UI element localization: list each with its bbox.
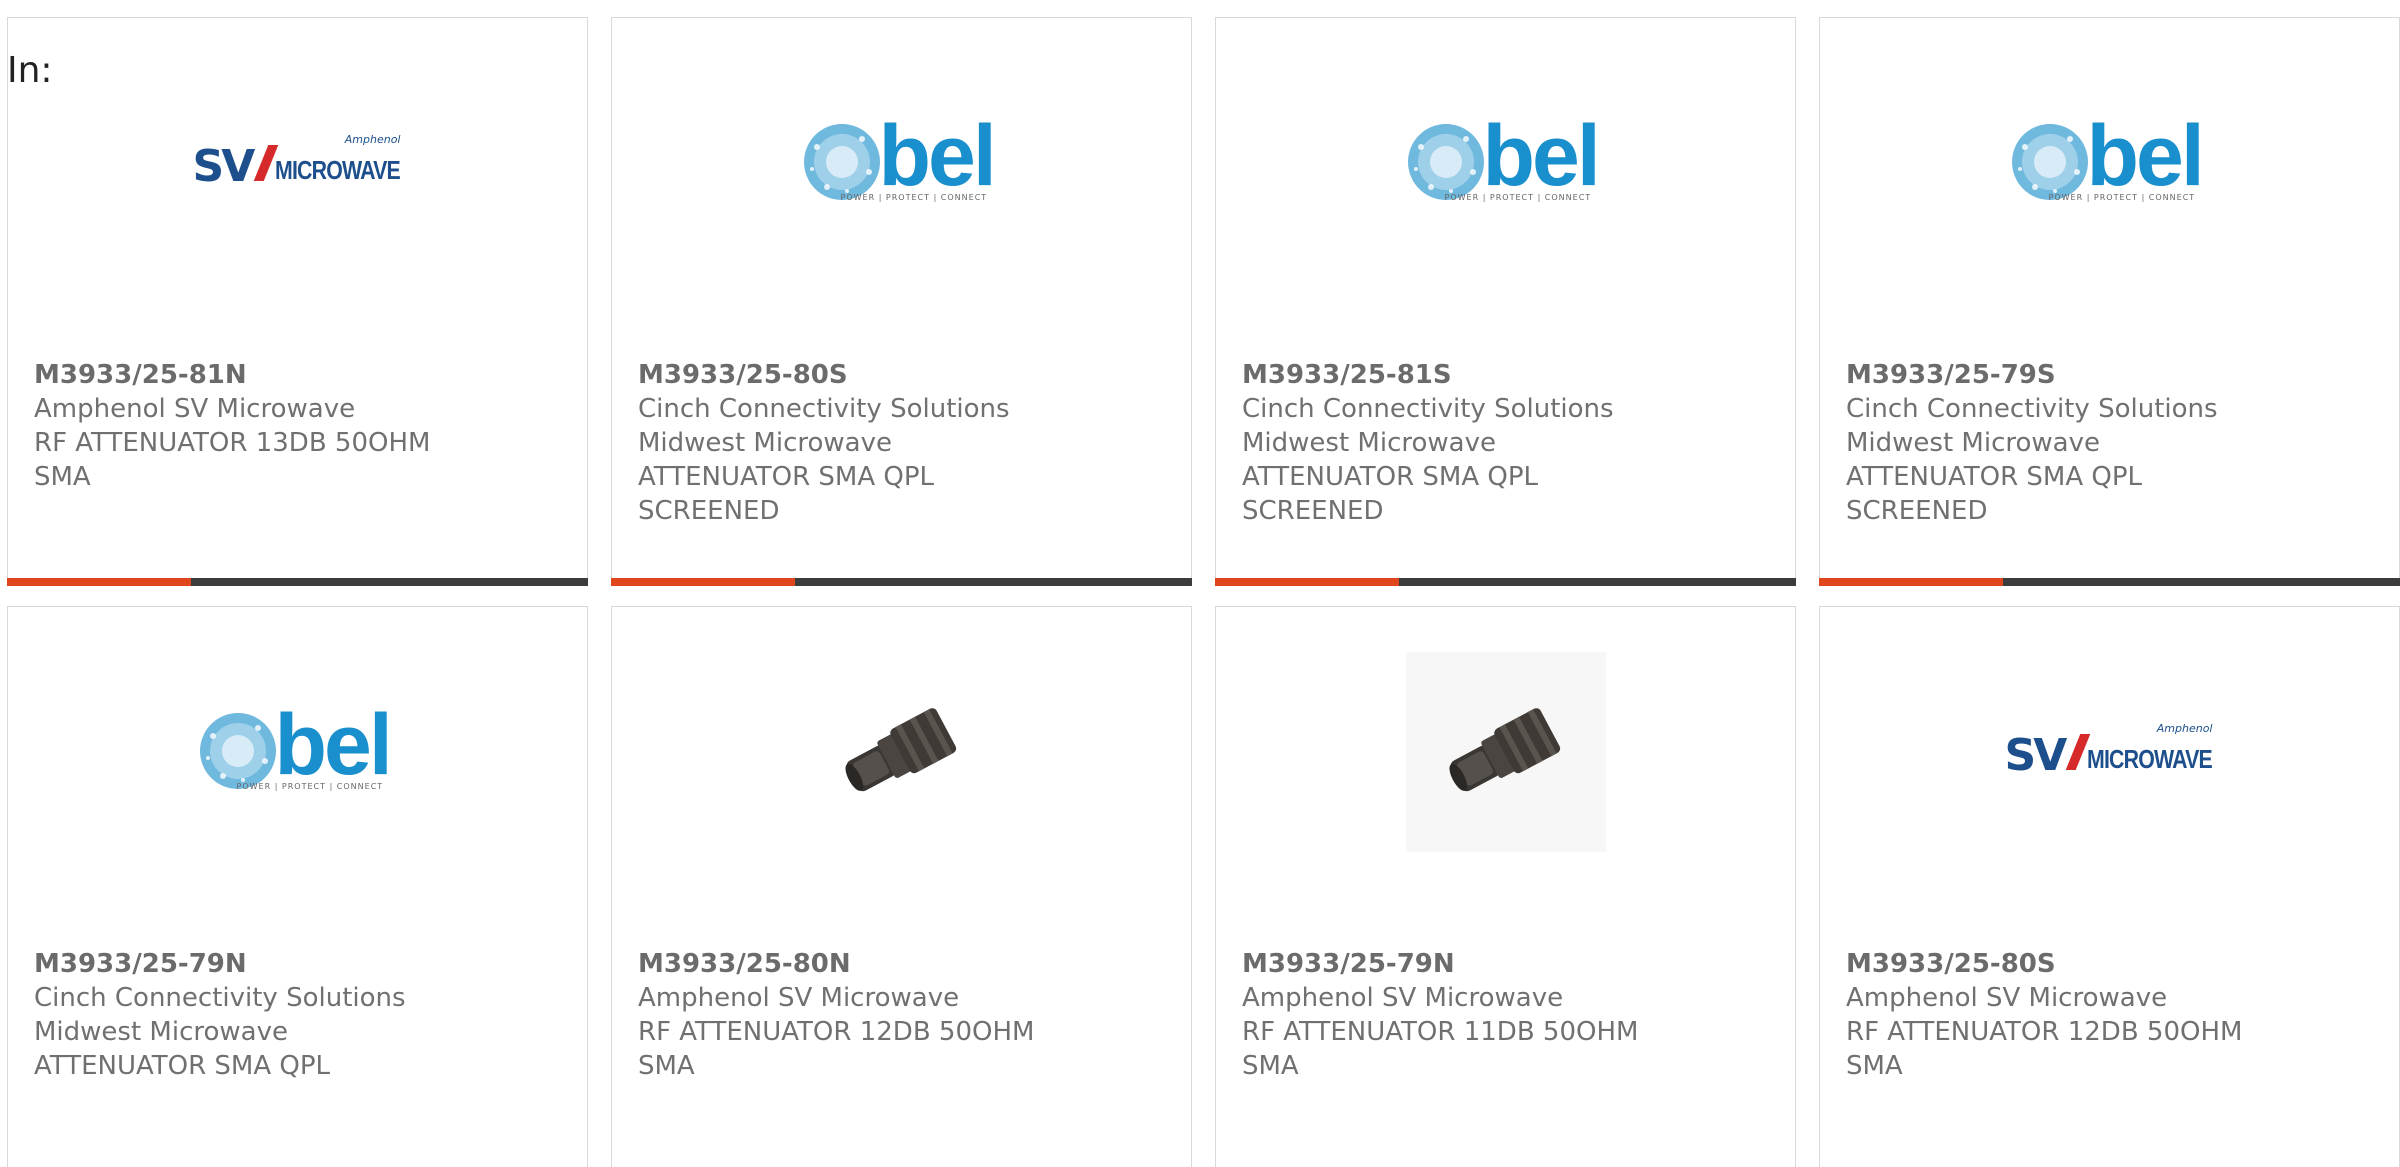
product-image-area: Amphenol SV MICROWAVE	[8, 108, 587, 218]
logo-word: MICROWAVE	[274, 155, 401, 185]
description-line: RF ATTENUATOR 12DB 50OHM	[1846, 1017, 2243, 1047]
product-card[interactable]: bel POWER | PROTECT | CONNECT M3933/25-8…	[1215, 17, 1796, 586]
card-accent-bar	[7, 578, 191, 586]
logo-word: bel	[274, 697, 393, 793]
description-line: Midwest Microwave	[34, 1017, 288, 1047]
product-info: M3933/25-80S Cinch Connectivity Solution…	[638, 358, 1171, 528]
description-line: RF ATTENUATOR 11DB 50OHM	[1242, 1017, 1639, 1047]
description-line: ATTENUATOR SMA QPL	[1242, 462, 1539, 492]
product-card[interactable]: bel POWER | PROTECT | CONNECT M3933/25-7…	[1819, 17, 2400, 586]
description-line: Midwest Microwave	[1242, 428, 1496, 458]
product-image-area: bel POWER | PROTECT | CONNECT	[8, 697, 587, 807]
card-bottom-bar	[1215, 578, 1796, 586]
product-image-area: bel POWER | PROTECT | CONNECT	[1216, 108, 1795, 218]
product-info: M3933/25-80N Amphenol SV Microwave RF AT…	[638, 947, 1171, 1083]
logo-tagline: POWER | PROTECT | CONNECT	[236, 782, 384, 791]
card-bottom-bar	[611, 578, 1192, 586]
manufacturer-name: Cinch Connectivity Solutions	[1846, 394, 2218, 424]
product-card[interactable]: Amphenol SV MICROWAVE M3933/25-80S Amphe…	[1819, 606, 2400, 1167]
description-line: RF ATTENUATOR 13DB 50OHM	[34, 428, 431, 458]
logo-brand-small: Amphenol	[344, 133, 401, 146]
manufacturer-name: Cinch Connectivity Solutions	[34, 983, 406, 1013]
description-line: SCREENED	[1846, 496, 1988, 526]
part-number-link[interactable]: M3933/25-80N	[638, 947, 1171, 981]
logo-tagline: POWER | PROTECT | CONNECT	[840, 193, 988, 202]
product-info: M3933/25-80S Amphenol SV Microwave RF AT…	[1846, 947, 2379, 1083]
product-card[interactable]: bel POWER | PROTECT | CONNECT M3933/25-8…	[611, 17, 1192, 586]
description-line: SCREENED	[638, 496, 780, 526]
manufacturer-name: Cinch Connectivity Solutions	[1242, 394, 1614, 424]
logo-brand-small: Amphenol	[2156, 722, 2213, 735]
manufacturer-name: Cinch Connectivity Solutions	[638, 394, 1010, 424]
bel-logo: bel POWER | PROTECT | CONNECT	[1401, 108, 1611, 211]
part-number-link[interactable]: M3933/25-81N	[34, 358, 567, 392]
description-line: SCREENED	[1242, 496, 1384, 526]
part-number-link[interactable]: M3933/25-79S	[1846, 358, 2379, 392]
product-info: M3933/25-81N Amphenol SV Microwave RF AT…	[34, 358, 567, 494]
logo-letters: SV	[192, 141, 256, 192]
description-line: ATTENUATOR SMA QPL	[1846, 462, 2143, 492]
card-bottom-bar	[7, 578, 588, 586]
description-line: RF ATTENUATOR 12DB 50OHM	[638, 1017, 1035, 1047]
part-number-link[interactable]: M3933/25-79N	[1242, 947, 1775, 981]
sv-microwave-logo: Amphenol SV MICROWAVE	[2004, 722, 2215, 781]
logo-word: MICROWAVE	[2086, 744, 2213, 774]
product-row: Amphenol SV MICROWAVE M3933/25-81N Amphe…	[7, 17, 2400, 586]
description-line: SMA	[34, 462, 91, 492]
product-info: M3933/25-81S Cinch Connectivity Solution…	[1242, 358, 1775, 528]
bel-logo: bel POWER | PROTECT | CONNECT	[797, 108, 1007, 211]
product-card[interactable]: Amphenol SV MICROWAVE M3933/25-81N Amphe…	[7, 17, 588, 586]
part-number-link[interactable]: M3933/25-80S	[1846, 947, 2379, 981]
description-line: Midwest Microwave	[1846, 428, 2100, 458]
manufacturer-name: Amphenol SV Microwave	[1846, 983, 2168, 1013]
description-line: Midwest Microwave	[638, 428, 892, 458]
card-accent-bar	[1819, 578, 2003, 586]
part-number-link[interactable]: M3933/25-81S	[1242, 358, 1775, 392]
part-number-link[interactable]: M3933/25-80S	[638, 358, 1171, 392]
attenuator-icon	[845, 708, 956, 792]
logo-word: bel	[2086, 108, 2205, 204]
logo-letters: SV	[2004, 730, 2068, 781]
product-info: M3933/25-79S Cinch Connectivity Solution…	[1846, 358, 2379, 528]
product-image-area: bel POWER | PROTECT | CONNECT	[612, 108, 1191, 218]
bel-logo: bel POWER | PROTECT | CONNECT	[193, 697, 403, 800]
filter-label: In:	[7, 50, 53, 91]
logo-tagline: POWER | PROTECT | CONNECT	[2048, 193, 2196, 202]
product-grid-page: In: Amphenol SV MICROWAVE M3933/25-81N A…	[0, 0, 2400, 1167]
manufacturer-name: Amphenol SV Microwave	[34, 394, 356, 424]
manufacturer-name: Amphenol SV Microwave	[1242, 983, 1564, 1013]
description-line: SMA	[1846, 1051, 1903, 1081]
part-number-link[interactable]: M3933/25-79N	[34, 947, 567, 981]
product-image-area: bel POWER | PROTECT | CONNECT	[1820, 108, 2399, 218]
product-card[interactable]: M3933/25-79N Amphenol SV Microwave RF AT…	[1215, 606, 1796, 1167]
logo-word: bel	[878, 108, 997, 204]
product-row: bel POWER | PROTECT | CONNECT M3933/25-7…	[7, 606, 2400, 1167]
description-line: SMA	[1242, 1051, 1299, 1081]
attenuator-product-image	[802, 652, 1002, 852]
description-line: ATTENUATOR SMA QPL	[34, 1051, 331, 1081]
manufacturer-name: Amphenol SV Microwave	[638, 983, 960, 1013]
attenuator-icon	[1449, 708, 1560, 792]
product-card[interactable]: M3933/25-80N Amphenol SV Microwave RF AT…	[611, 606, 1192, 1167]
attenuator-product-image	[1405, 652, 1606, 852]
product-info: M3933/25-79N Cinch Connectivity Solution…	[34, 947, 567, 1083]
product-image-area	[1216, 652, 1795, 852]
card-bottom-bar	[1819, 578, 2400, 586]
product-image-area: Amphenol SV MICROWAVE	[1820, 697, 2399, 807]
product-card[interactable]: bel POWER | PROTECT | CONNECT M3933/25-7…	[7, 606, 588, 1167]
sv-microwave-logo: Amphenol SV MICROWAVE	[192, 133, 403, 192]
product-info: M3933/25-79N Amphenol SV Microwave RF AT…	[1242, 947, 1775, 1083]
product-image-area	[612, 697, 1191, 807]
logo-tagline: POWER | PROTECT | CONNECT	[1444, 193, 1592, 202]
card-accent-bar	[1215, 578, 1399, 586]
description-line: SMA	[638, 1051, 695, 1081]
logo-word: bel	[1482, 108, 1601, 204]
bel-logo: bel POWER | PROTECT | CONNECT	[2005, 108, 2215, 211]
description-line: ATTENUATOR SMA QPL	[638, 462, 935, 492]
card-accent-bar	[611, 578, 795, 586]
